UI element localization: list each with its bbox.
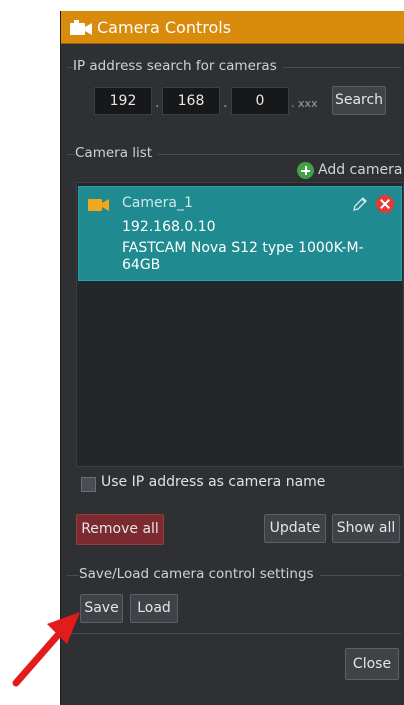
show-all-button[interactable]: Show all [332,514,400,543]
ip-octet-2-field[interactable]: 168 [162,87,220,115]
title-bar: Camera Controls [61,11,404,44]
camera-list-item[interactable]: Camera_1 192.168.0.10 FASTCAM Nova S12 t… [78,186,402,281]
camera-ip: 192.168.0.10 [122,219,216,235]
close-icon[interactable] [376,195,394,213]
ip-octet-3-field[interactable]: 0 [231,87,289,115]
footer-divider [67,633,401,634]
camera-icon [88,199,109,211]
update-button[interactable]: Update [264,514,326,543]
camera-model: FASTCAM Nova S12 type 1000K-M-64GB [122,240,364,273]
ip-dot-1: . [155,95,160,111]
use-ip-checkbox-label: Use IP address as camera name [101,474,326,490]
ip-dot-2: . [223,95,228,111]
settings-group-label: Save/Load camera control settings [79,566,320,582]
ip-search-group-label: IP address search for cameras [73,58,283,74]
use-ip-checkbox[interactable] [81,477,96,492]
save-button[interactable]: Save [80,594,123,623]
top-frame [0,0,404,11]
camera-icon [70,20,92,35]
camera-list-group-label: Camera list [75,145,159,161]
remove-all-button[interactable]: Remove all [76,514,164,545]
plus-circle-icon[interactable] [297,162,314,179]
camera-name: Camera_1 [122,195,193,211]
ip-suffix-label: . xxx [291,97,318,110]
ip-octet-1-field[interactable]: 192 [94,87,152,115]
pencil-icon[interactable] [351,195,369,213]
camera-controls-panel: Camera Controls IP address search for ca… [60,11,404,705]
add-camera-button[interactable]: Add camera [318,162,402,178]
window-title: Camera Controls [97,18,232,37]
close-button[interactable]: Close [345,648,399,680]
load-button[interactable]: Load [130,594,178,623]
search-button[interactable]: Search [332,86,386,115]
